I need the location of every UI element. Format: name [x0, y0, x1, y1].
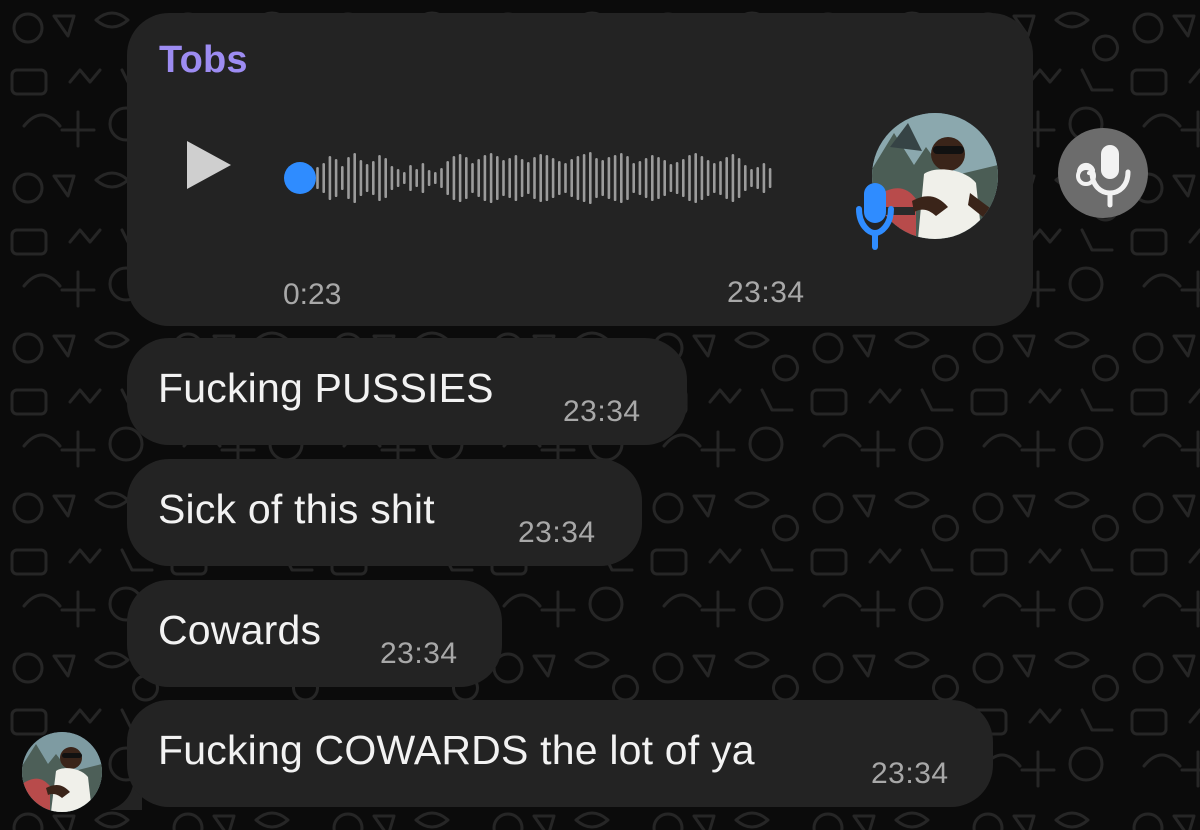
waveform-bar	[638, 161, 642, 195]
waveform-bar	[316, 167, 319, 189]
voice-waveform[interactable]	[282, 148, 822, 208]
waveform-bar	[396, 169, 400, 187]
waveform-bar	[644, 158, 648, 198]
waveform-bar	[725, 157, 728, 199]
waveform-bar	[545, 155, 549, 201]
waveform-bar	[694, 153, 697, 203]
waveform-bar	[452, 156, 456, 200]
waveform-bar	[762, 163, 766, 193]
waveform-bar	[675, 162, 679, 194]
waveform-bar	[719, 161, 722, 195]
waveform-bar	[713, 163, 716, 193]
sender-avatar-small[interactable]	[22, 732, 102, 812]
waveform-bar	[595, 158, 598, 198]
message-time: 23:34	[518, 516, 596, 549]
waveform-bar	[669, 164, 673, 192]
waveform-bar	[458, 154, 462, 202]
waveform-bar	[626, 156, 629, 200]
voice-transcription-button[interactable]	[1058, 128, 1148, 218]
message-bubble-2[interactable]: Sick of this shit 23:34	[127, 459, 642, 566]
waveform-bar	[322, 163, 325, 193]
waveform-bar	[663, 160, 666, 196]
waveform-bar	[390, 166, 394, 190]
waveform-bar	[347, 157, 350, 199]
waveform-bar	[353, 153, 356, 203]
waveform-bar	[750, 169, 753, 187]
waveform-bar	[471, 163, 474, 193]
message-text: Sick of this shit	[158, 486, 435, 532]
waveform-bar	[415, 169, 418, 187]
message-text: Fucking PUSSIES	[158, 365, 494, 411]
waveform-bar	[496, 156, 499, 200]
waveform-bar	[731, 154, 735, 202]
message-time: 23:34	[871, 757, 949, 790]
waveform-bar	[520, 159, 524, 197]
waveform-bar	[446, 161, 449, 195]
waveform-bar	[372, 161, 375, 195]
playback-progress-dot[interactable]	[284, 162, 316, 194]
message-time: 23:34	[380, 637, 458, 670]
waveform-bar	[403, 172, 406, 184]
waveform-bar	[744, 165, 747, 191]
message-bubble-1[interactable]: Fucking PUSSIES 23:34	[127, 338, 687, 445]
waveform-bar	[706, 160, 710, 196]
waveform-bar	[601, 160, 604, 196]
waveform-bar	[477, 159, 480, 197]
waveform-bar	[589, 152, 592, 204]
waveform-bar	[359, 160, 363, 196]
waveform-bar	[737, 158, 741, 198]
waveform-bar	[632, 163, 635, 193]
waveform-bar	[365, 164, 369, 192]
microphone-icon	[856, 183, 894, 250]
play-icon[interactable]	[187, 141, 231, 189]
waveform-bar	[651, 155, 654, 201]
waveform-bar	[576, 156, 580, 200]
waveform-bar	[620, 153, 623, 203]
waveform-bar	[607, 157, 611, 199]
voice-transcription-icon	[1076, 145, 1131, 208]
waveform-bar	[328, 156, 332, 200]
message-time: 23:34	[563, 395, 641, 428]
waveform-bar	[539, 154, 542, 202]
waveform-bar	[489, 153, 493, 203]
waveform-bar	[384, 158, 387, 198]
waveform-bar	[502, 160, 505, 196]
waveform-bar	[409, 165, 412, 191]
waveform-bar	[582, 154, 586, 202]
waveform-bar	[427, 170, 431, 186]
voice-message-time: 23:34	[727, 276, 805, 309]
waveform-bar	[341, 166, 344, 190]
message-text: Cowards	[158, 607, 322, 653]
waveform-bar	[527, 162, 530, 194]
sender-name[interactable]: Tobs	[159, 39, 248, 82]
voice-message-bubble: Tobs 0:23 23:34	[127, 13, 1033, 326]
waveform-bar	[533, 157, 536, 199]
waveform-bar	[514, 155, 518, 201]
waveform-bar	[756, 167, 759, 189]
waveform-bar	[564, 163, 567, 193]
waveform-bar	[334, 159, 338, 197]
waveform-bar	[551, 158, 555, 198]
waveform-bar	[483, 155, 487, 201]
waveform-bar	[688, 155, 691, 201]
message-bubble-3[interactable]: Cowards 23:34	[127, 580, 502, 687]
waveform-bar	[434, 172, 437, 184]
waveform-bar	[465, 157, 468, 199]
waveform-bar	[657, 157, 660, 199]
waveform-bar	[700, 156, 704, 200]
voice-duration: 0:23	[283, 278, 342, 311]
message-text: Fucking COWARDS the lot of ya	[158, 727, 755, 773]
waveform-bar	[768, 168, 772, 188]
message-bubble-4[interactable]: Fucking COWARDS the lot of ya 23:34	[127, 700, 993, 807]
waveform-bar	[508, 158, 511, 198]
waveform-bar	[378, 155, 381, 201]
waveform-bar	[421, 163, 425, 193]
waveform-bar	[570, 159, 573, 197]
waveform-bar	[613, 155, 617, 201]
waveform-bar	[682, 159, 685, 197]
waveform-bar	[558, 161, 561, 195]
waveform-bar	[440, 168, 443, 188]
